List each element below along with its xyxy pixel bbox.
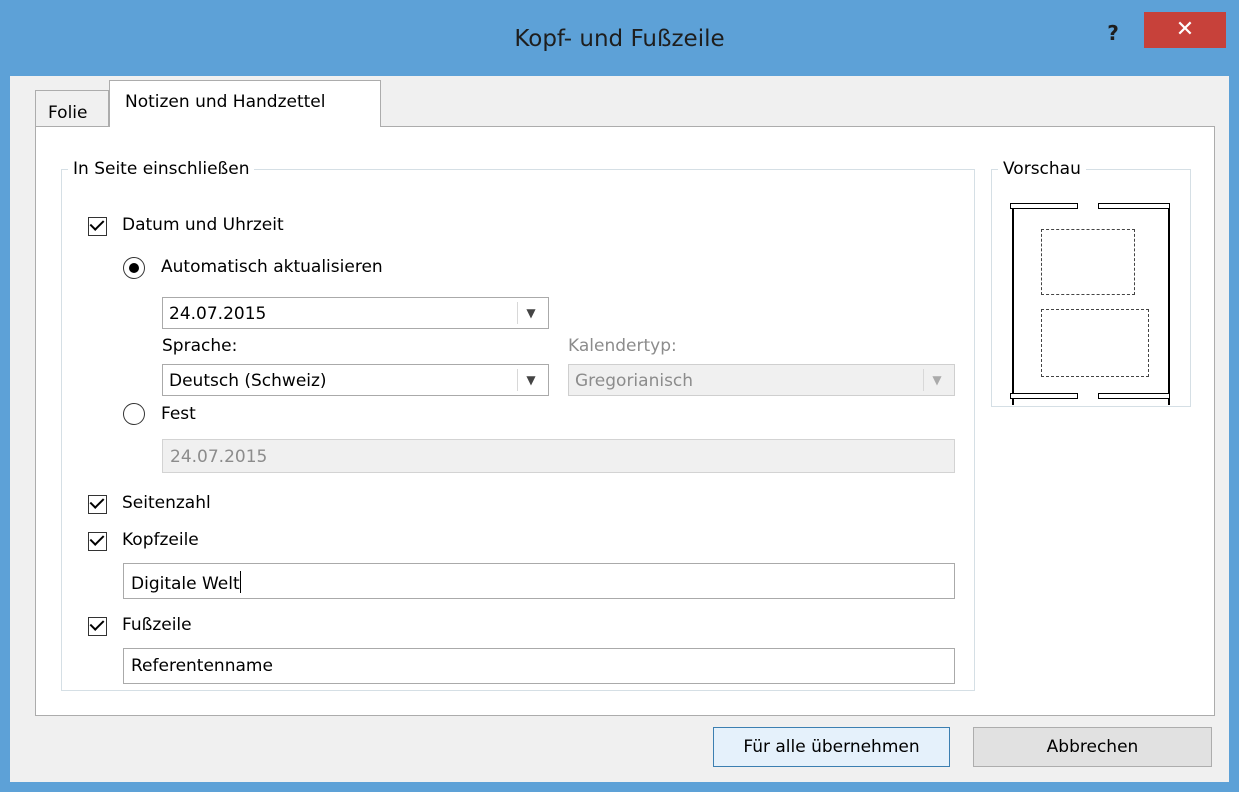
page-number-label[interactable]: Seitenzahl [122, 493, 211, 513]
fixed-label[interactable]: Fest [161, 404, 196, 424]
date-time-checkbox[interactable] [88, 216, 107, 236]
language-combo[interactable]: Deutsch (Schweiz) ▼ [162, 364, 549, 396]
auto-update-radio[interactable] [123, 257, 145, 279]
preview-page-icon [1010, 203, 1170, 405]
auto-update-label[interactable]: Automatisch aktualisieren [161, 257, 383, 277]
tab-panel: In Seite einschließen Datum und Uhrzeit … [35, 126, 1215, 716]
preview-notes-area [1041, 309, 1149, 377]
fixed-radio[interactable] [123, 403, 145, 425]
date-format-value: 24.07.2015 [169, 304, 267, 324]
preview-header-left [1010, 203, 1078, 209]
footer-text-field[interactable]: Referentenname [123, 648, 955, 684]
footer-checkbox[interactable] [88, 616, 107, 636]
apply-to-all-button[interactable]: Für alle übernehmen [713, 727, 950, 767]
fixed-date-value: 24.07.2015 [170, 447, 268, 467]
preview-legend: Vorschau [1003, 159, 1081, 179]
radio-selected-dot [129, 263, 139, 273]
chevron-down-icon[interactable]: ▼ [517, 302, 544, 324]
checkmark-icon [89, 531, 105, 546]
cancel-button[interactable]: Abbrechen [973, 727, 1212, 767]
footer-text-value: Referentenname [131, 656, 273, 676]
checkmark-icon [89, 216, 105, 231]
calendar-type-value: Gregorianisch [575, 371, 694, 391]
calendar-type-label: Kalendertyp: [568, 336, 677, 356]
checkmark-icon [89, 494, 105, 509]
header-text-field[interactable]: Digitale Welt [123, 563, 955, 599]
close-icon: ✕ [1175, 17, 1195, 42]
help-button[interactable]: ? [1098, 18, 1128, 48]
date-format-combo[interactable]: 24.07.2015 ▼ [162, 297, 549, 329]
chevron-down-icon: ▼ [923, 369, 950, 391]
preview-slide-area [1041, 229, 1135, 295]
include-group: In Seite einschließen Datum und Uhrzeit … [61, 159, 975, 691]
tab-folie[interactable]: Folie [35, 90, 109, 126]
dialog-title: Kopf- und Fußzeile [514, 26, 725, 52]
calendar-type-combo: Gregorianisch ▼ [568, 364, 955, 396]
header-label[interactable]: Kopfzeile [122, 530, 199, 550]
preview-group: Vorschau [991, 159, 1191, 407]
page-number-checkbox[interactable] [88, 494, 107, 514]
close-button[interactable]: ✕ [1144, 12, 1226, 48]
text-cursor [239, 571, 241, 593]
preview-footer-left [1010, 393, 1078, 399]
header-text-value: Digitale Welt [131, 574, 240, 594]
preview-header-right [1098, 203, 1170, 209]
date-time-label[interactable]: Datum und Uhrzeit [122, 215, 284, 235]
dialog-window: Kopf- und Fußzeile ? ✕ Folie Notizen und… [0, 0, 1239, 792]
preview-footer-right [1098, 393, 1170, 399]
include-group-legend: In Seite einschließen [73, 159, 250, 179]
language-label: Sprache: [162, 336, 238, 356]
chevron-down-icon[interactable]: ▼ [517, 369, 544, 391]
title-bar[interactable]: Kopf- und Fußzeile ? ✕ [0, 0, 1239, 76]
footer-label[interactable]: Fußzeile [122, 615, 192, 635]
checkmark-icon [89, 616, 105, 631]
dialog-body: Folie Notizen und Handzettel In Seite ei… [10, 76, 1229, 782]
header-checkbox[interactable] [88, 531, 107, 551]
tab-notizen-und-handzettel[interactable]: Notizen und Handzettel [109, 80, 381, 127]
language-value: Deutsch (Schweiz) [169, 371, 327, 391]
fixed-date-field: 24.07.2015 [162, 439, 955, 473]
